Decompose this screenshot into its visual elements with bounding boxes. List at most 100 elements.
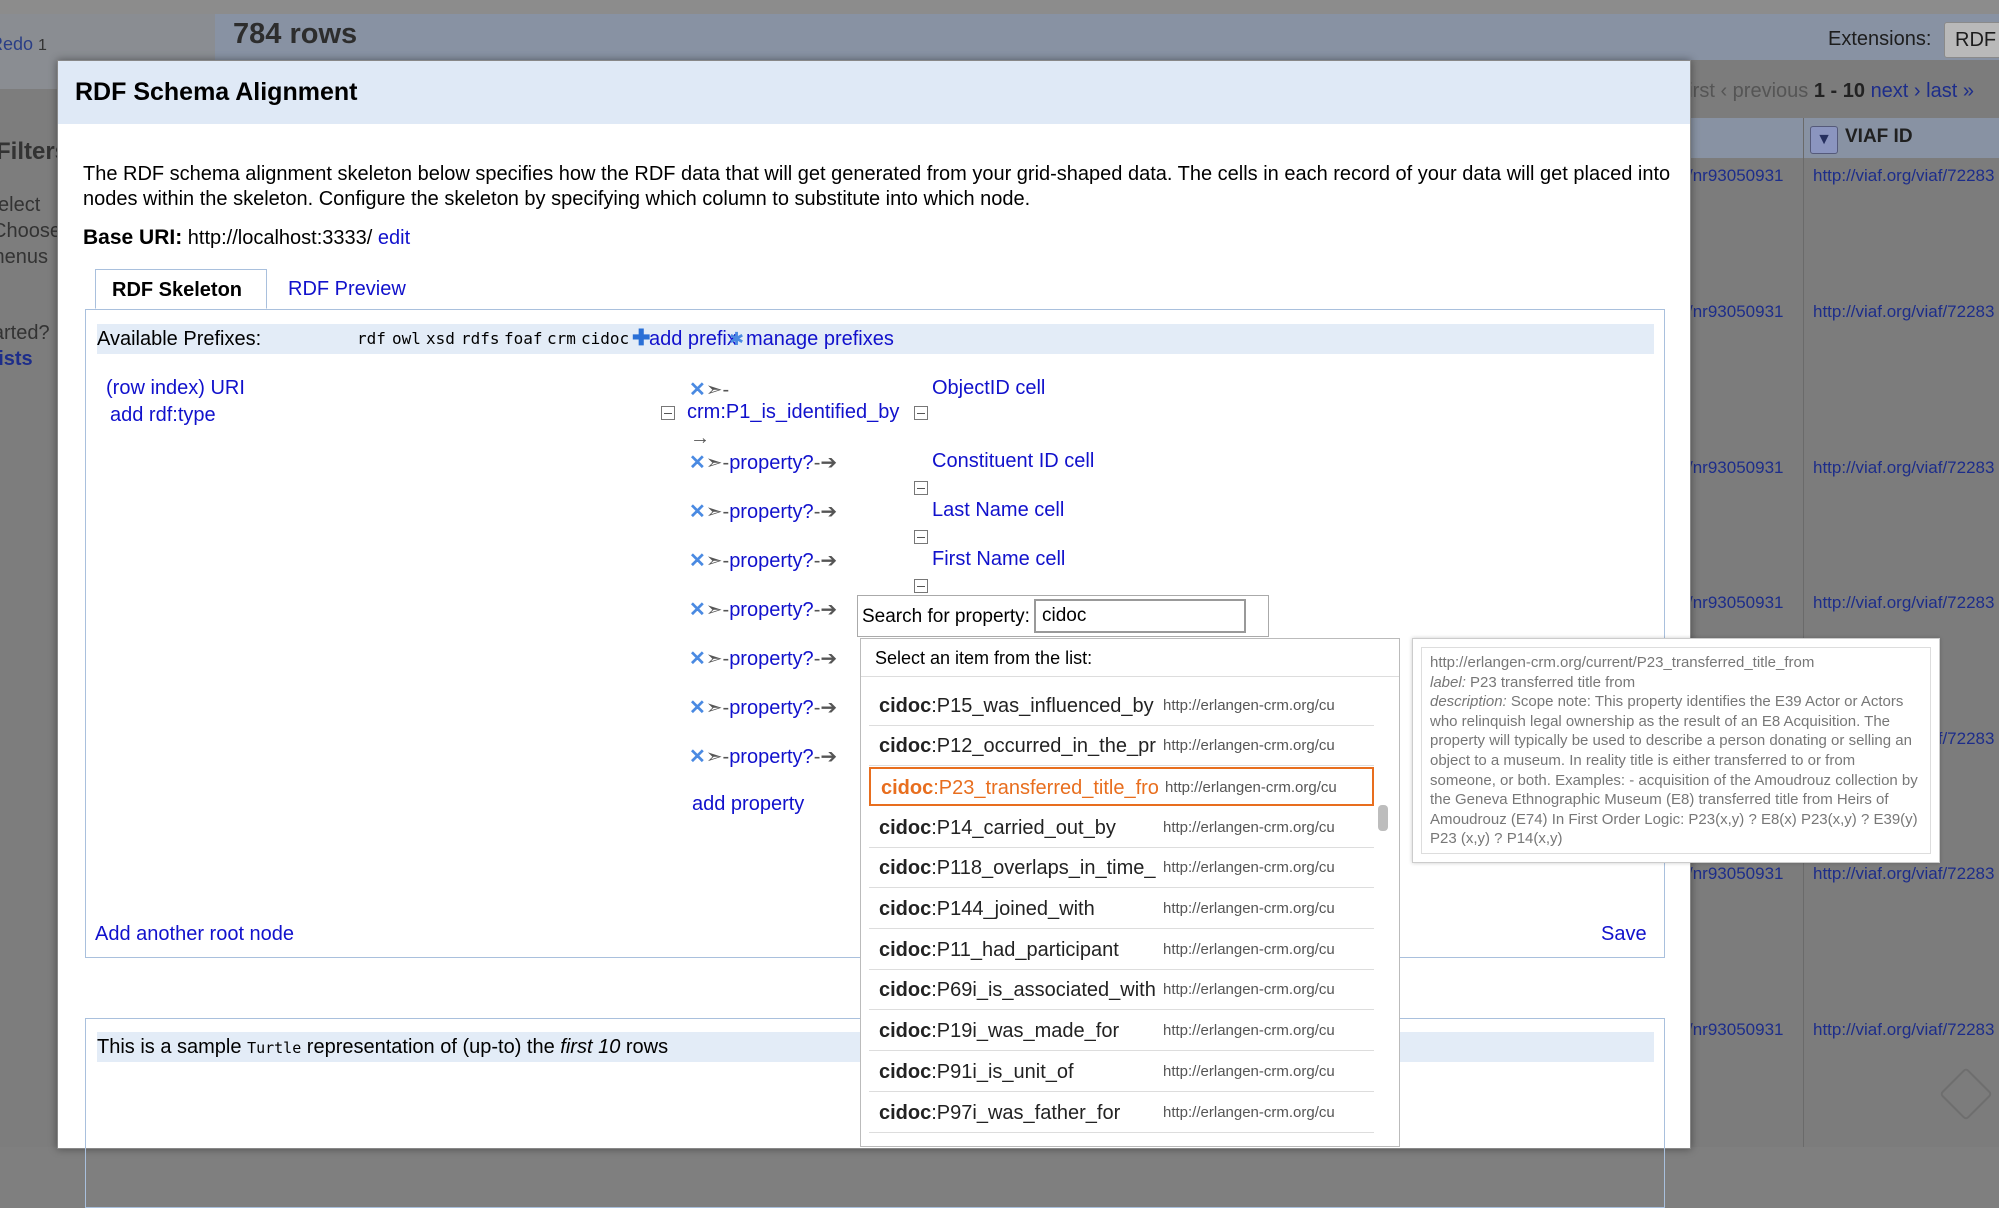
search-for-property-label: Search for property:	[862, 606, 1030, 627]
property-search-box: Search for property:	[857, 595, 1269, 637]
pager: « first ‹ previous 1 - 10 next › last »	[1666, 80, 1974, 103]
collapse-icon[interactable]	[914, 579, 928, 593]
property-tooltip: http://erlangen-crm.org/current/P23_tran…	[1412, 638, 1940, 863]
property-crm-p1-is-identified-by[interactable]: crm:P1_is_identified_by	[687, 401, 899, 424]
cell-id[interactable]: /nr93050931	[1688, 1020, 1783, 1040]
arrow-icon: -➔	[813, 550, 838, 572]
target-first-name-cell[interactable]: First Name cell	[932, 548, 1065, 571]
root-node-row-index-uri[interactable]: (row index) URI	[106, 377, 245, 400]
list-item[interactable]: cidoc:P69i_is_associated_with http://erla…	[869, 971, 1374, 1010]
cell-viaf[interactable]: http://viaf.org/viaf/72283	[1813, 166, 1994, 186]
tab-rdf-preview[interactable]: RDF Preview	[272, 269, 422, 309]
arrow-icon: ➣-	[705, 599, 730, 621]
property-placeholder[interactable]: property?	[729, 501, 814, 523]
list-item[interactable]: cidoc:P144_joined_with http://erlangen-cr…	[869, 890, 1374, 929]
property-row-4: ✕➣-property?-➔	[689, 548, 837, 573]
target-objectid-cell[interactable]: ObjectID cell	[932, 377, 1045, 400]
property-row-1: ✕➣-	[689, 377, 729, 402]
list-item[interactable]: cidoc:P118_overlaps_in_time_ http://erlan…	[869, 849, 1374, 888]
target-constituent-id-cell[interactable]: Constituent ID cell	[932, 450, 1094, 473]
property-placeholder[interactable]: property?	[729, 599, 814, 621]
property-search-input[interactable]	[1034, 599, 1246, 633]
extensions-label: Extensions:	[1828, 28, 1932, 50]
remove-property-icon[interactable]: ✕	[689, 697, 706, 719]
add-property-link[interactable]: add property	[692, 793, 804, 816]
remove-property-icon[interactable]: ✕	[689, 550, 706, 572]
list-item[interactable]: cidoc:P97i_was_father_for http://erlangen…	[869, 1094, 1374, 1133]
redo-link[interactable]: Redo 1	[0, 34, 47, 55]
list-item[interactable]: cidoc:P12_occurred_in_the_pr http://erlan…	[869, 727, 1374, 766]
column-menu-dropdown-icon[interactable]: ▼	[1810, 126, 1838, 154]
remove-property-icon[interactable]: ✕	[689, 599, 706, 621]
extensions-rdf-button[interactable]: RDF	[1944, 22, 1999, 58]
cell-id[interactable]: /nr93050931	[1688, 593, 1783, 613]
tooltip-content: http://erlangen-crm.org/current/P23_tran…	[1421, 647, 1931, 854]
cell-id[interactable]: /nr93050931	[1688, 166, 1783, 186]
cell-id[interactable]: /nr93050931	[1688, 864, 1783, 884]
property-placeholder[interactable]: property?	[729, 648, 814, 670]
list-item[interactable]: cidoc:P14_carried_out_by http://erlangen-…	[869, 809, 1374, 848]
cell-viaf[interactable]: http://viaf.org/viaf/72283	[1813, 458, 1994, 478]
list-item-selected[interactable]: cidoc:P23_transferred_title_fro http://er…	[869, 767, 1374, 806]
property-placeholder[interactable]: property?	[729, 452, 814, 474]
base-uri-row: Base URI: http://localhost:3333/ edit	[83, 226, 410, 250]
pager-previous[interactable]: ‹ previous	[1720, 80, 1808, 102]
arrow-icon: ➣-	[705, 648, 730, 670]
list-item[interactable]: cidoc:P19i_was_made_for http://erlangen-c…	[869, 1012, 1374, 1051]
prefix-rdf: rdf	[357, 329, 386, 348]
background-top-bar	[0, 0, 1999, 14]
property-row-8: ✕➣-property?-➔	[689, 744, 837, 769]
pager-next[interactable]: next ›	[1871, 80, 1921, 102]
cell-id[interactable]: /nr93050931	[1688, 458, 1783, 478]
arrow-icon: ➣-	[705, 746, 730, 768]
prefix-xsd: xsd	[426, 329, 455, 348]
list-item[interactable]: cidoc:P15_was_influenced_by http://erlang…	[869, 687, 1374, 726]
left-link-lists[interactable]: Lists	[0, 348, 33, 371]
remove-property-icon[interactable]: ✕	[689, 501, 706, 523]
cell-id[interactable]: /nr93050931	[1688, 302, 1783, 322]
remove-property-icon[interactable]: ✕	[689, 746, 706, 768]
collapse-icon[interactable]	[914, 406, 928, 420]
target-last-name-cell[interactable]: Last Name cell	[932, 499, 1064, 522]
collapse-icon[interactable]	[914, 530, 928, 544]
row-count: 784 rows	[233, 18, 358, 50]
pager-range: 1 - 10	[1813, 80, 1865, 102]
property-row-5: ✕➣-property?-➔	[689, 597, 837, 622]
cell-viaf[interactable]: http://viaf.org/viaf/72283	[1813, 593, 1994, 613]
cell-viaf[interactable]: http://viaf.org/viaf/72283	[1813, 1020, 1994, 1040]
add-prefix-link[interactable]: add prefix	[649, 324, 737, 354]
prefix-cidoc: cidoc	[581, 329, 630, 348]
remove-property-icon[interactable]: ✕	[689, 379, 706, 401]
collapse-icon[interactable]	[661, 406, 675, 420]
cell-viaf[interactable]: http://viaf.org/viaf/72283	[1813, 302, 1994, 322]
tab-rdf-skeleton[interactable]: RDF Skeleton	[95, 269, 267, 309]
property-placeholder[interactable]: property?	[729, 697, 814, 719]
column-header-viaf-id: VIAF ID	[1845, 126, 1913, 147]
remove-property-icon[interactable]: ✕	[689, 452, 706, 474]
remove-property-icon[interactable]: ✕	[689, 648, 706, 670]
list-item[interactable]: cidoc:P91i_is_unit_of http://erlangen-crm…	[869, 1053, 1374, 1092]
cell-viaf[interactable]: http://viaf.org/viaf/72283	[1813, 864, 1994, 884]
pager-last[interactable]: last »	[1926, 80, 1974, 102]
plus-icon: ✚	[632, 325, 651, 350]
prefix-foaf: foaf	[504, 329, 543, 348]
list-item[interactable]: cidoc:P11_had_participant http://erlangen…	[869, 931, 1374, 970]
property-row-3: ✕➣-property?-➔	[689, 499, 837, 524]
prefix-crm: crm	[547, 329, 576, 348]
manage-prefixes-link[interactable]: manage prefixes	[746, 324, 894, 354]
base-uri-edit-link[interactable]: edit	[378, 227, 410, 249]
property-placeholder[interactable]: property?	[729, 550, 814, 572]
arrow-icon: ➣-	[705, 550, 730, 572]
left-text-menus: menus	[0, 246, 49, 268]
add-rdf-type-link[interactable]: add rdf:type	[110, 404, 216, 427]
collapse-icon[interactable]	[914, 481, 928, 495]
background-header	[215, 14, 1999, 60]
arrow-icon: ➣-	[705, 697, 730, 719]
property-placeholder[interactable]: property?	[729, 746, 814, 768]
dialog-title: RDF Schema Alignment	[58, 61, 1690, 124]
add-another-root-node-link[interactable]: Add another root node	[95, 923, 294, 946]
gear-icon: ✱	[729, 329, 745, 349]
save-link[interactable]: Save	[1601, 923, 1647, 946]
property-row-6: ✕➣-property?-➔	[689, 646, 837, 671]
list-scrollbar[interactable]	[1378, 805, 1388, 831]
